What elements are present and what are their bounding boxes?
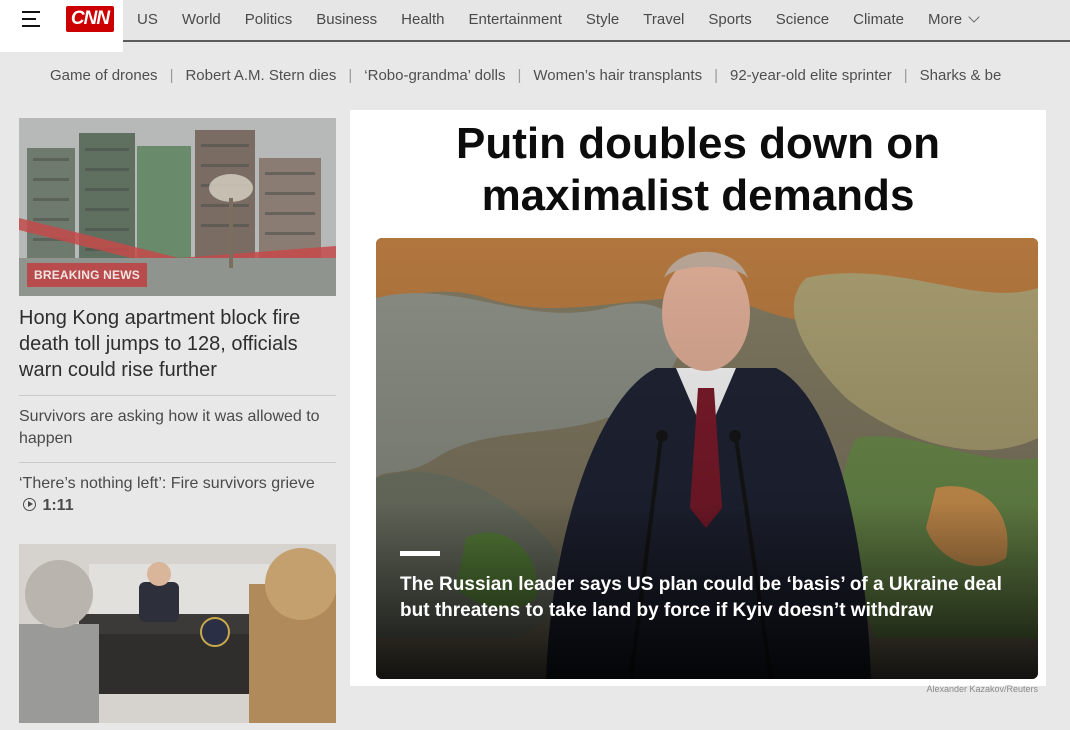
separator: | (714, 66, 718, 84)
breaking-news-badge: BREAKING NEWS (27, 263, 147, 287)
trending-link[interactable]: Sharks & be (920, 67, 1002, 84)
nav-climate[interactable]: Climate (853, 11, 904, 28)
header-brand-area: CNN (0, 0, 123, 52)
video-story-link[interactable]: ‘There’s nothing left’: Fire survivors g… (19, 473, 336, 517)
fire-story-headline[interactable]: Hong Kong apartment block fire death tol… (19, 305, 336, 383)
caption-accent-bar (400, 551, 440, 556)
trending-link[interactable]: Game of drones (50, 67, 158, 84)
cnn-logo[interactable]: CNN (66, 6, 114, 32)
play-icon (23, 498, 36, 511)
nav-us[interactable]: US (137, 11, 158, 28)
nav-sports[interactable]: Sports (708, 11, 751, 28)
nav-style[interactable]: Style (586, 11, 619, 28)
separator: | (169, 66, 174, 84)
chevron-down-icon (968, 11, 980, 23)
lead-caption[interactable]: The Russian leader says US plan could be… (400, 572, 1020, 624)
left-column: BREAKING NEWS Hong Kong apartment block … (19, 118, 336, 517)
lead-headline[interactable]: Putin doubles down on maximalist demands (350, 118, 1046, 222)
menu-icon[interactable] (22, 11, 40, 27)
divider (19, 462, 336, 463)
trending-link[interactable]: Robert A.M. Stern dies (185, 67, 336, 84)
nav-health[interactable]: Health (401, 11, 444, 28)
nav-business[interactable]: Business (316, 11, 377, 28)
site-header: US World Politics Business Health Entert… (0, 0, 1070, 42)
divider (19, 395, 336, 396)
photo-credit: Alexander Kazakov/Reuters (926, 684, 1038, 694)
desk-scene-illustration (19, 544, 336, 723)
nav-more-button[interactable]: More (927, 10, 980, 28)
trending-bar: Game of drones | Robert A.M. Stern dies | … (50, 64, 1001, 86)
nav-entertainment[interactable]: Entertainment (469, 11, 562, 28)
separator: | (348, 66, 353, 84)
trending-link[interactable]: ‘Robo-grandma’ dolls (364, 67, 505, 84)
lead-story-card[interactable]: Putin doubles down on maximalist demands (350, 110, 1046, 686)
video-duration: 1:11 (42, 497, 74, 514)
fire-story-image[interactable]: BREAKING NEWS (19, 118, 336, 296)
nav-travel[interactable]: Travel (643, 11, 684, 28)
separator: | (903, 66, 908, 84)
video-story-label: ‘There’s nothing left’: Fire survivors g… (19, 475, 315, 492)
trump-story-image[interactable] (19, 544, 336, 723)
nav-science[interactable]: Science (776, 11, 829, 28)
separator: | (517, 66, 522, 84)
nav-politics[interactable]: Politics (245, 11, 293, 28)
nav-world[interactable]: World (182, 11, 221, 28)
trending-link[interactable]: 92-year-old elite sprinter (730, 67, 892, 84)
related-story-link[interactable]: Survivors are asking how it was allowed … (19, 406, 336, 450)
trending-link[interactable]: Women’s hair transplants (533, 67, 702, 84)
main-nav: US World Politics Business Health Entert… (137, 0, 980, 38)
nav-more-label: More (927, 10, 963, 28)
